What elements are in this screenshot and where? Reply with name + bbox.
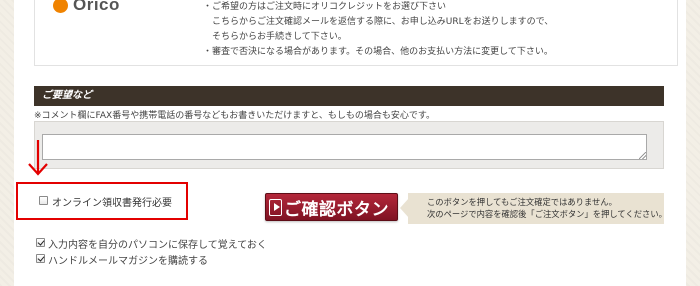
confirm-info-callout: このボタンを押してもご注文確定ではありません。 次のページで内容を確認後「ご注文… (408, 193, 667, 224)
red-arrow-down-icon (28, 140, 48, 176)
orico-logo-text: Orico (73, 0, 120, 14)
newsletter-checkbox[interactable] (36, 254, 45, 263)
orico-note-line: ・審査で否決になる場合があります。その場合、他のお支払い方法に変更して下さい。 (203, 47, 553, 57)
orico-notes: ・ご希望の方はご注文時にオリコクレジットをお選び下さい こちらからご注文確認メー… (203, 0, 553, 60)
receipt-highlight-box: オンライン領収書発行必要 (16, 182, 188, 220)
orico-note-line: こちらからご注文確認メールを返信する際に、お申し込みURLをお送りしますので、 (203, 17, 554, 27)
orico-note-line: そちらからお手続きして下さい。 (203, 32, 347, 42)
confirm-button[interactable]: ご確認ボタン (265, 193, 398, 221)
requests-textarea[interactable] (42, 134, 647, 160)
orico-logo: Orico (53, 0, 120, 16)
confirm-button-label: ご確認ボタン (284, 199, 389, 220)
callout-line: このボタンを押してもご注文確定ではありません。 (427, 197, 617, 207)
receipt-label[interactable]: オンライン領収書発行必要 (52, 194, 172, 209)
receipt-checkbox[interactable] (39, 196, 48, 205)
requests-heading: ご要望など (34, 86, 664, 106)
orico-credit-box: Orico ・ご希望の方はご注文時にオリコクレジットをお選び下さい こちらからご… (34, 0, 678, 66)
textarea-resize-grip-icon[interactable] (639, 152, 646, 159)
requests-note: ※コメント欄にFAX番号や携帯電話の番号などもお書きいただけますと、もしもの場合… (34, 111, 435, 121)
save-input-label[interactable]: 入力内容を自分のパソコンに保存して覚えておく (48, 236, 267, 251)
play-icon (269, 198, 282, 216)
newsletter-label[interactable]: ハンドルメールマガジンを購読する (48, 252, 208, 267)
callout-line: 次のページで内容を確認後「ご注文ボタン」を押してください。 (427, 209, 667, 219)
orico-logo-mark-icon (53, 0, 68, 13)
save-input-checkbox[interactable] (36, 238, 45, 247)
orico-note-line: ・ご希望の方はご注文時にオリコクレジットをお選び下さい (203, 2, 447, 12)
